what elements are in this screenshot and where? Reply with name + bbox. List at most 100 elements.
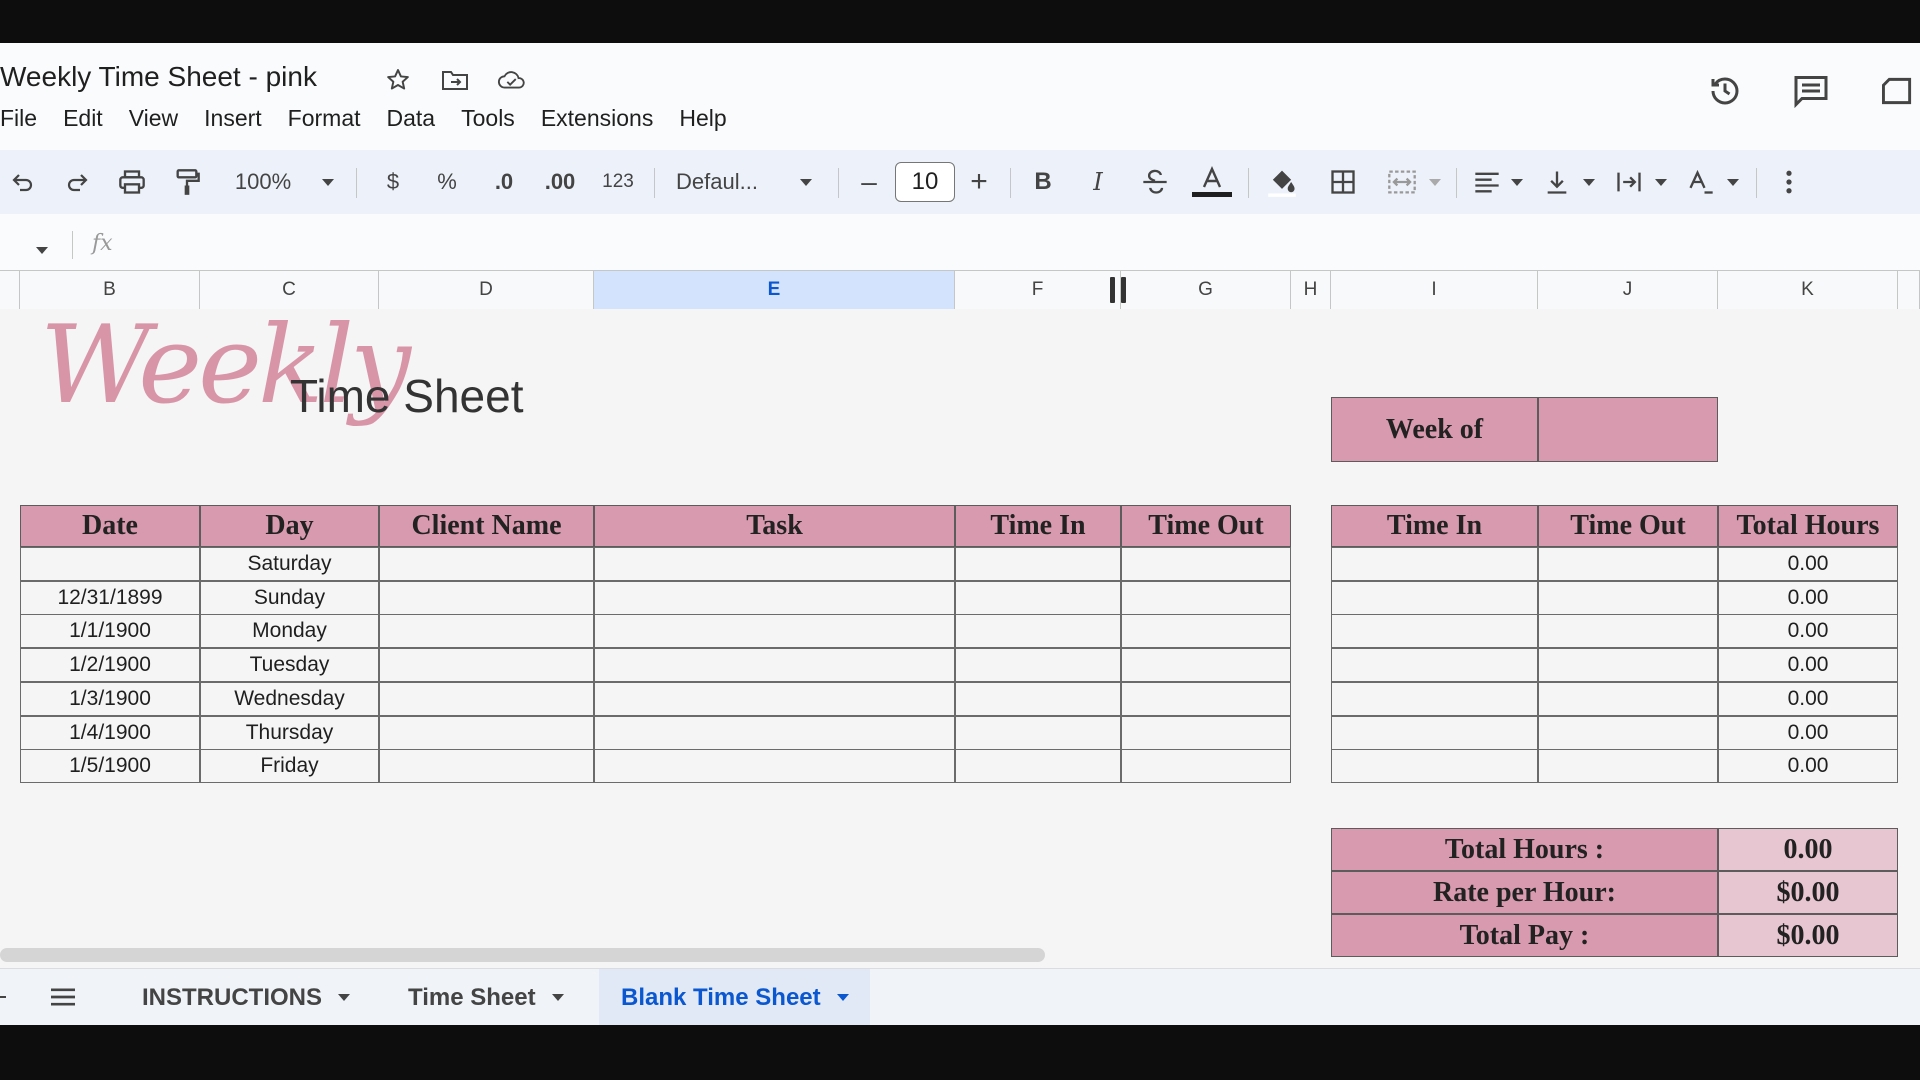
cell-time-in[interactable] <box>955 547 1121 581</box>
cell-date[interactable]: 12/31/1899 <box>20 580 200 615</box>
star-icon[interactable] <box>383 65 413 95</box>
formula-input[interactable] <box>130 223 1920 267</box>
header-right-time-out[interactable]: Time Out <box>1538 505 1718 547</box>
header-task[interactable]: Task <box>594 505 955 547</box>
cell-total-hours[interactable]: 0.00 <box>1718 681 1898 716</box>
cell-date[interactable]: 1/3/1900 <box>20 681 200 716</box>
column-header-g[interactable]: G <box>1121 271 1291 309</box>
cell-date[interactable]: 1/1/1900 <box>20 614 200 649</box>
merge-dropdown-icon[interactable] <box>1426 150 1444 214</box>
cell-total-hours[interactable]: 0.00 <box>1718 614 1898 649</box>
cell-client-name[interactable] <box>379 681 594 716</box>
cell-task[interactable] <box>594 648 955 683</box>
valign-dropdown-icon[interactable] <box>1580 150 1598 214</box>
cell-right-time-in[interactable] <box>1331 547 1538 581</box>
cell-client-name[interactable] <box>379 580 594 615</box>
cell-time-in[interactable] <box>955 614 1121 649</box>
version-history-icon[interactable] <box>1703 71 1747 111</box>
text-color-icon[interactable] <box>1190 150 1234 214</box>
add-sheet-icon[interactable] <box>0 996 6 998</box>
cell-right-time-out[interactable] <box>1538 715 1718 750</box>
cloud-saved-icon[interactable] <box>497 65 527 95</box>
menu-help[interactable]: Help <box>666 100 739 136</box>
column-header-f[interactable]: F <box>955 271 1121 309</box>
cell-total-hours[interactable]: 0.00 <box>1718 547 1898 581</box>
tab-blank-time-sheet[interactable]: Blank Time Sheet <box>599 969 870 1025</box>
cell-day[interactable]: Sunday <box>200 580 379 615</box>
decrease-decimal-button[interactable]: .0 <box>484 150 524 214</box>
cell-time-out[interactable] <box>1121 648 1291 683</box>
cell-task[interactable] <box>594 715 955 750</box>
week-of-label[interactable]: Week of <box>1331 397 1538 462</box>
cell-task[interactable] <box>594 580 955 615</box>
cell-right-time-out[interactable] <box>1538 749 1718 784</box>
tab-blank-time-sheet-dropdown-icon[interactable] <box>836 994 849 1001</box>
comments-icon[interactable] <box>1789 71 1833 111</box>
menu-data[interactable]: Data <box>374 100 449 136</box>
name-box-dropdown-icon[interactable] <box>36 241 48 259</box>
menu-edit[interactable]: Edit <box>50 100 116 136</box>
cell-right-time-in[interactable] <box>1331 614 1538 649</box>
tab-instructions-dropdown-icon[interactable] <box>338 994 350 1001</box>
column-header-d[interactable]: D <box>379 271 594 309</box>
column-header-h[interactable]: H <box>1291 271 1331 309</box>
menu-tools[interactable]: Tools <box>448 100 528 136</box>
column-header-l[interactable] <box>1898 271 1920 309</box>
horizontal-align-icon[interactable] <box>1470 150 1504 214</box>
horizontal-scrollbar[interactable] <box>0 948 1045 962</box>
percent-format-button[interactable]: % <box>432 150 462 214</box>
cell-time-out[interactable] <box>1121 614 1291 649</box>
column-header-e[interactable]: E <box>594 271 955 309</box>
cell-time-in[interactable] <box>955 648 1121 683</box>
cell-day[interactable]: Thursday <box>200 715 379 750</box>
cell-right-time-out[interactable] <box>1538 614 1718 649</box>
paint-format-icon[interactable] <box>170 150 204 214</box>
strikethrough-icon[interactable] <box>1138 150 1172 214</box>
cell-time-out[interactable] <box>1121 715 1291 750</box>
borders-icon[interactable] <box>1326 150 1360 214</box>
rotation-dropdown-icon[interactable] <box>1724 150 1742 214</box>
move-folder-icon[interactable] <box>440 65 470 95</box>
font-family-select[interactable]: Defaul... <box>676 150 776 214</box>
text-rotation-icon[interactable] <box>1684 150 1718 214</box>
column-header-j[interactable]: J <box>1538 271 1718 309</box>
header-client-name[interactable]: Client Name <box>379 505 594 547</box>
column-header-k[interactable]: K <box>1718 271 1898 309</box>
merge-cells-icon[interactable] <box>1384 150 1420 214</box>
cell-total-hours[interactable]: 0.00 <box>1718 715 1898 750</box>
summary-rate-label[interactable]: Rate per Hour: <box>1331 871 1718 914</box>
cell-time-in[interactable] <box>955 749 1121 784</box>
menu-file[interactable]: File <box>0 100 50 136</box>
cell-right-time-in[interactable] <box>1331 648 1538 683</box>
cell-task[interactable] <box>594 614 955 649</box>
menu-view[interactable]: View <box>116 100 191 136</box>
cell-time-in[interactable] <box>955 715 1121 750</box>
cell-client-name[interactable] <box>379 715 594 750</box>
cell-day[interactable]: Saturday <box>200 547 379 581</box>
column-resize-handle[interactable] <box>1110 277 1115 303</box>
cell-time-out[interactable] <box>1121 580 1291 615</box>
header-day[interactable]: Day <box>200 505 379 547</box>
cell-client-name[interactable] <box>379 749 594 784</box>
cell-right-time-out[interactable] <box>1538 648 1718 683</box>
cell-day[interactable]: Wednesday <box>200 681 379 716</box>
more-options-icon[interactable] <box>1774 150 1804 214</box>
cell-right-time-in[interactable] <box>1331 715 1538 750</box>
cell-total-hours[interactable]: 0.00 <box>1718 648 1898 683</box>
cell-client-name[interactable] <box>379 547 594 581</box>
cell-date[interactable]: 1/2/1900 <box>20 648 200 683</box>
cell-right-time-out[interactable] <box>1538 681 1718 716</box>
week-of-value[interactable] <box>1538 397 1718 462</box>
tab-time-sheet-dropdown-icon[interactable] <box>551 994 564 1001</box>
decrease-font-size-button[interactable]: – <box>854 150 884 214</box>
increase-font-size-button[interactable]: + <box>964 150 994 214</box>
header-time-out[interactable]: Time Out <box>1121 505 1291 547</box>
cell-right-time-in[interactable] <box>1331 749 1538 784</box>
font-dropdown-icon[interactable] <box>796 150 816 214</box>
tab-time-sheet[interactable]: Time Sheet <box>408 969 564 1025</box>
summary-total-hours-label[interactable]: Total Hours : <box>1331 828 1718 871</box>
header-date[interactable]: Date <box>20 505 200 547</box>
vertical-align-icon[interactable] <box>1540 150 1574 214</box>
font-size-input[interactable]: 10 <box>895 162 955 202</box>
italic-button[interactable]: I <box>1083 150 1113 214</box>
